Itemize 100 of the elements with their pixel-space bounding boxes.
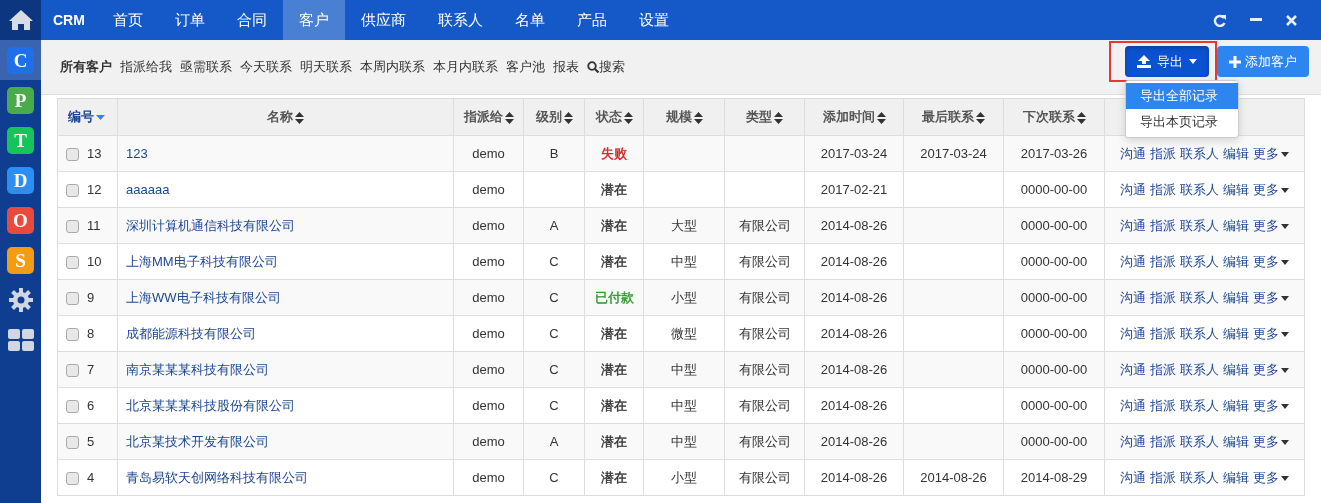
action-link[interactable]: 沟通 bbox=[1120, 181, 1146, 197]
action-link[interactable]: 更多 bbox=[1253, 361, 1279, 377]
action-link[interactable]: 联系人 bbox=[1180, 217, 1219, 233]
filter-link[interactable]: 报表 bbox=[549, 57, 583, 77]
sort-desc-icon[interactable] bbox=[96, 115, 105, 121]
action-link[interactable]: 指派 bbox=[1150, 469, 1176, 485]
action-link[interactable]: 联系人 bbox=[1180, 253, 1219, 269]
action-link[interactable]: 沟通 bbox=[1120, 289, 1146, 305]
minimize-icon[interactable] bbox=[1250, 18, 1262, 22]
filter-link[interactable]: 今天联系 bbox=[236, 57, 296, 77]
action-link[interactable]: 指派 bbox=[1150, 433, 1176, 449]
action-link[interactable]: 更多 bbox=[1253, 469, 1279, 485]
caret-icon[interactable] bbox=[1281, 367, 1289, 373]
action-link[interactable]: 更多 bbox=[1253, 397, 1279, 413]
nav-tab[interactable]: 名单 bbox=[498, 0, 561, 40]
row-checkbox[interactable] bbox=[66, 291, 79, 305]
caret-icon[interactable] bbox=[1281, 259, 1289, 265]
action-link[interactable]: 指派 bbox=[1150, 325, 1176, 341]
column-header[interactable]: 最后联系 bbox=[903, 98, 1004, 136]
sort-icon[interactable] bbox=[693, 111, 703, 124]
menu-item[interactable]: 导出全部记录 bbox=[1126, 83, 1238, 109]
customer-name-link[interactable]: aaaaaa bbox=[126, 181, 170, 197]
caret-icon[interactable] bbox=[1281, 475, 1289, 481]
column-header[interactable]: 编号 bbox=[57, 98, 118, 136]
customer-name-link[interactable]: 上海MM电子科技有限公司 bbox=[126, 253, 278, 269]
nav-tab[interactable]: 合同 bbox=[220, 0, 283, 40]
action-link[interactable]: 更多 bbox=[1253, 253, 1279, 269]
column-header[interactable]: 指派给 bbox=[453, 98, 524, 136]
nav-tab[interactable]: 客户 bbox=[282, 0, 345, 40]
action-link[interactable]: 编辑 bbox=[1223, 361, 1249, 377]
action-link[interactable]: 联系人 bbox=[1180, 469, 1219, 485]
sort-icon[interactable] bbox=[295, 111, 304, 124]
action-link[interactable]: 联系人 bbox=[1180, 325, 1219, 341]
action-link[interactable]: 更多 bbox=[1253, 181, 1279, 197]
caret-icon[interactable] bbox=[1281, 403, 1289, 409]
filter-link[interactable]: 本周内联系 bbox=[356, 57, 429, 77]
sort-icon[interactable] bbox=[976, 111, 985, 124]
customer-name-link[interactable]: 成都能源科技有限公司 bbox=[126, 325, 256, 341]
nav-tab[interactable]: 首页 bbox=[96, 0, 159, 40]
sort-icon[interactable] bbox=[876, 111, 886, 124]
settings-icon[interactable] bbox=[7, 287, 34, 313]
add-customer-button[interactable]: 添加客户 bbox=[1217, 46, 1309, 77]
action-link[interactable]: 联系人 bbox=[1180, 361, 1219, 377]
sort-icon[interactable] bbox=[504, 111, 514, 124]
grid-icon[interactable] bbox=[7, 329, 34, 351]
caret-icon[interactable] bbox=[1281, 151, 1289, 157]
sort-icon[interactable] bbox=[1076, 111, 1086, 124]
action-link[interactable]: 沟通 bbox=[1120, 469, 1146, 485]
sort-icon[interactable] bbox=[563, 111, 573, 124]
nav-tab[interactable]: 产品 bbox=[560, 0, 623, 40]
nav-tab[interactable]: 订单 bbox=[158, 0, 221, 40]
row-checkbox[interactable] bbox=[66, 399, 79, 413]
row-checkbox[interactable] bbox=[66, 363, 79, 377]
export-button[interactable]: 导出 bbox=[1125, 46, 1209, 77]
row-checkbox[interactable] bbox=[66, 255, 79, 269]
sort-icon[interactable] bbox=[623, 111, 633, 124]
home-icon[interactable] bbox=[7, 9, 34, 31]
column-header[interactable]: 状态 bbox=[584, 98, 644, 136]
action-link[interactable]: 指派 bbox=[1150, 253, 1176, 269]
filter-link[interactable]: 明天联系 bbox=[296, 57, 356, 77]
row-checkbox[interactable] bbox=[66, 435, 79, 449]
search-link[interactable]: 搜索 bbox=[583, 57, 629, 77]
action-link[interactable]: 指派 bbox=[1150, 289, 1176, 305]
action-link[interactable]: 联系人 bbox=[1180, 397, 1219, 413]
action-link[interactable]: 编辑 bbox=[1223, 397, 1249, 413]
action-link[interactable]: 指派 bbox=[1150, 361, 1176, 377]
action-link[interactable]: 沟通 bbox=[1120, 433, 1146, 449]
column-header[interactable]: 名称 bbox=[117, 98, 454, 136]
caret-icon[interactable] bbox=[1281, 439, 1289, 445]
customer-name-link[interactable]: 上海WW电子科技有限公司 bbox=[126, 289, 281, 305]
column-header[interactable]: 类型 bbox=[724, 98, 805, 136]
action-link[interactable]: 编辑 bbox=[1223, 145, 1249, 161]
action-link[interactable]: 沟通 bbox=[1120, 217, 1146, 233]
action-link[interactable]: 联系人 bbox=[1180, 433, 1219, 449]
caret-icon[interactable] bbox=[1281, 295, 1289, 301]
column-header[interactable]: 规模 bbox=[643, 98, 725, 136]
action-link[interactable]: 更多 bbox=[1253, 325, 1279, 341]
filter-link[interactable]: 亟需联系 bbox=[176, 57, 236, 77]
action-link[interactable]: 指派 bbox=[1150, 181, 1176, 197]
action-link[interactable]: 编辑 bbox=[1223, 217, 1249, 233]
caret-icon[interactable] bbox=[1281, 187, 1289, 193]
action-link[interactable]: 编辑 bbox=[1223, 253, 1249, 269]
action-link[interactable]: 编辑 bbox=[1223, 433, 1249, 449]
action-link[interactable]: 指派 bbox=[1150, 217, 1176, 233]
action-link[interactable]: 联系人 bbox=[1180, 181, 1219, 197]
row-checkbox[interactable] bbox=[66, 147, 79, 161]
action-link[interactable]: 编辑 bbox=[1223, 181, 1249, 197]
app-launcher-button[interactable]: O bbox=[7, 206, 34, 234]
row-checkbox[interactable] bbox=[66, 183, 79, 197]
sort-icon[interactable] bbox=[774, 111, 783, 124]
action-link[interactable]: 指派 bbox=[1150, 145, 1176, 161]
action-link[interactable]: 更多 bbox=[1253, 217, 1279, 233]
action-link[interactable]: 联系人 bbox=[1180, 289, 1219, 305]
action-link[interactable]: 更多 bbox=[1253, 145, 1279, 161]
filter-link[interactable]: 客户池 bbox=[502, 57, 549, 77]
row-checkbox[interactable] bbox=[66, 327, 79, 341]
filter-link[interactable]: 本月内联系 bbox=[429, 57, 502, 77]
customer-name-link[interactable]: 北京某技术开发有限公司 bbox=[126, 433, 269, 449]
column-header[interactable]: 级别 bbox=[523, 98, 585, 136]
customer-name-link[interactable]: 123 bbox=[126, 145, 148, 161]
